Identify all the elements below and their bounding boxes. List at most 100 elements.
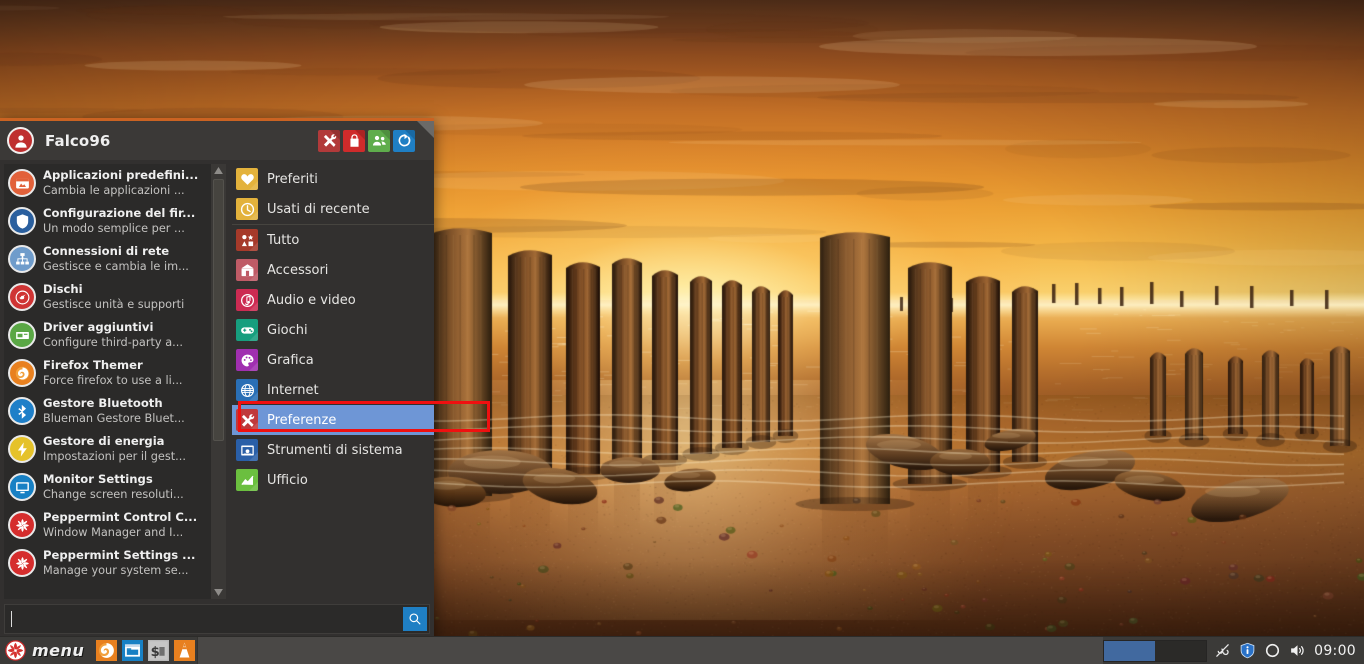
workspace-2[interactable] [1155,641,1206,661]
games-icon [236,319,258,341]
peppermint-icon [8,511,36,539]
category-item-usati-di-recente[interactable]: Usati di recente [232,194,434,225]
quick-launchers: $ [93,637,197,664]
launcher-firefox[interactable] [93,638,119,664]
svg-text:$: $ [150,645,159,660]
system-tools-icon [236,439,258,461]
application-name: Connessioni di rete [43,244,189,259]
category-item-audio-e-video[interactable]: Audio e video [232,285,434,315]
application-list-item[interactable]: Connessioni di rete Gestisce e cambia le … [4,240,211,278]
scrollbar-track[interactable] [213,177,224,586]
menu-header-actions [318,130,430,152]
bluetooth-icon [8,397,36,425]
workspace-1[interactable] [1104,641,1155,661]
menu-header: Falco96 [0,121,434,160]
application-list-item[interactable]: Gestore di energia Impostazioni per il ge… [4,430,211,468]
application-description: Manage your system se... [43,563,195,578]
application-list-item-text: Peppermint Settings ... Manage your syste… [43,548,195,578]
peppermint-icon [5,640,26,661]
application-list-item[interactable]: Peppermint Control C... Window Manager an… [4,506,211,544]
application-list-item-text: Driver aggiuntivi Configure third-party a… [43,320,183,350]
logout-button[interactable] [393,130,415,152]
launcher-vlc[interactable] [171,638,197,664]
application-list-item[interactable]: Driver aggiuntivi Configure third-party a… [4,316,211,354]
application-description: Change screen resoluti... [43,487,184,502]
application-list-item-text: Monitor Settings Change screen resoluti..… [43,472,184,502]
category-item-ufficio[interactable]: Ufficio [232,465,434,495]
resize-grip[interactable] [417,121,434,138]
category-item-label: Accessori [267,263,328,278]
application-list-item[interactable]: Gestore Bluetooth Blueman Gestore Bluet..… [4,392,211,430]
application-name: Gestore di energia [43,434,186,449]
volume-icon[interactable] [1288,641,1307,660]
application-name: Monitor Settings [43,472,184,487]
category-item-label: Preferenze [267,413,336,428]
settings-manager-button[interactable] [318,130,340,152]
globe-icon [236,379,258,401]
application-description: Window Manager and I... [43,525,197,540]
application-name: Peppermint Settings ... [43,548,195,563]
category-item-tutto[interactable]: Tutto [232,225,434,255]
multimedia-icon [236,289,258,311]
application-description: Cambia le applicazioni ... [43,183,198,198]
power-icon [8,435,36,463]
taskbar-menu-label: menu [32,641,84,660]
network-disconnected-icon[interactable] [1213,641,1232,660]
category-item-internet[interactable]: Internet [232,375,434,405]
application-list-item[interactable]: Applicazioni predefini... Cambia le appli… [4,164,211,202]
application-list-item[interactable]: Configurazione del fir... Un modo semplic… [4,202,211,240]
application-list-item-text: Connessioni di rete Gestisce e cambia le … [43,244,189,274]
application-list-item[interactable]: Firefox Themer Force firefox to use a li.… [4,354,211,392]
scroll-down-arrow[interactable] [214,586,223,599]
menu-body: Applicazioni predefini... Cambia le appli… [0,160,434,599]
launcher-terminal[interactable]: $ [145,638,171,664]
vlc-cone-icon [174,640,195,661]
application-list-item[interactable]: Monitor Settings Change screen resoluti..… [4,468,211,506]
lock-screen-button[interactable] [343,130,365,152]
clock[interactable]: 09:00 [1314,643,1364,659]
category-item-label: Internet [267,383,319,398]
application-name: Driver aggiuntivi [43,320,183,335]
category-item-strumenti-di-sistema[interactable]: Strumenti di sistema [232,435,434,465]
scrollbar-thumb[interactable] [213,179,224,441]
category-item-giochi[interactable]: Giochi [232,315,434,345]
scroll-up-arrow[interactable] [214,164,223,177]
application-list[interactable]: Applicazioni predefini... Cambia le appli… [4,164,211,599]
search-icon[interactable] [403,607,427,631]
category-item-label: Strumenti di sistema [267,443,403,458]
default-apps-icon [8,169,36,197]
category-list[interactable]: Preferiti Usati di recente Tutto Accessori A… [226,160,434,599]
category-item-label: Preferiti [267,172,318,187]
firewall-shield-icon [8,207,36,235]
switch-user-button[interactable] [368,130,390,152]
application-list-item[interactable]: Peppermint Settings ... Manage your syste… [4,544,211,582]
disks-icon [8,283,36,311]
updates-icon[interactable] [1238,641,1257,660]
application-list-scrollbar[interactable] [211,164,226,599]
application-list-item-text: Gestore Bluetooth Blueman Gestore Bluet..… [43,396,185,426]
workspace-switcher[interactable] [1103,640,1207,662]
window-task-list[interactable] [197,637,1103,664]
application-list-item[interactable]: Dischi Gestisce unità e supporti [4,278,211,316]
launcher-file-manager[interactable] [119,638,145,664]
category-item-preferiti[interactable]: Preferiti [232,164,434,194]
application-list-item-text: Dischi Gestisce unità e supporti [43,282,184,312]
category-item-preferenze[interactable]: Preferenze [232,405,434,435]
application-name: Peppermint Control C... [43,510,197,525]
user-avatar-icon [7,127,34,154]
search-bar[interactable] [4,604,430,634]
application-list-item-text: Peppermint Control C... Window Manager an… [43,510,197,540]
taskbar-menu-button[interactable]: menu [0,637,93,664]
taskbar[interactable]: menu $ 09:00 [0,636,1364,664]
drivers-icon [8,321,36,349]
application-list-item-text: Gestore di energia Impostazioni per il ge… [43,434,186,464]
category-item-label: Grafica [267,353,314,368]
application-menu[interactable]: Falco96 Applicazioni predefini... Cambia … [0,118,434,639]
category-item-accessori[interactable]: Accessori [232,255,434,285]
category-item-grafica[interactable]: Grafica [232,345,434,375]
application-description: Impostazioni per il gest... [43,449,186,464]
username-label: Falco96 [45,132,110,150]
monitor-icon [8,473,36,501]
file-manager-icon [122,640,143,661]
disk-activity-icon[interactable] [1263,641,1282,660]
